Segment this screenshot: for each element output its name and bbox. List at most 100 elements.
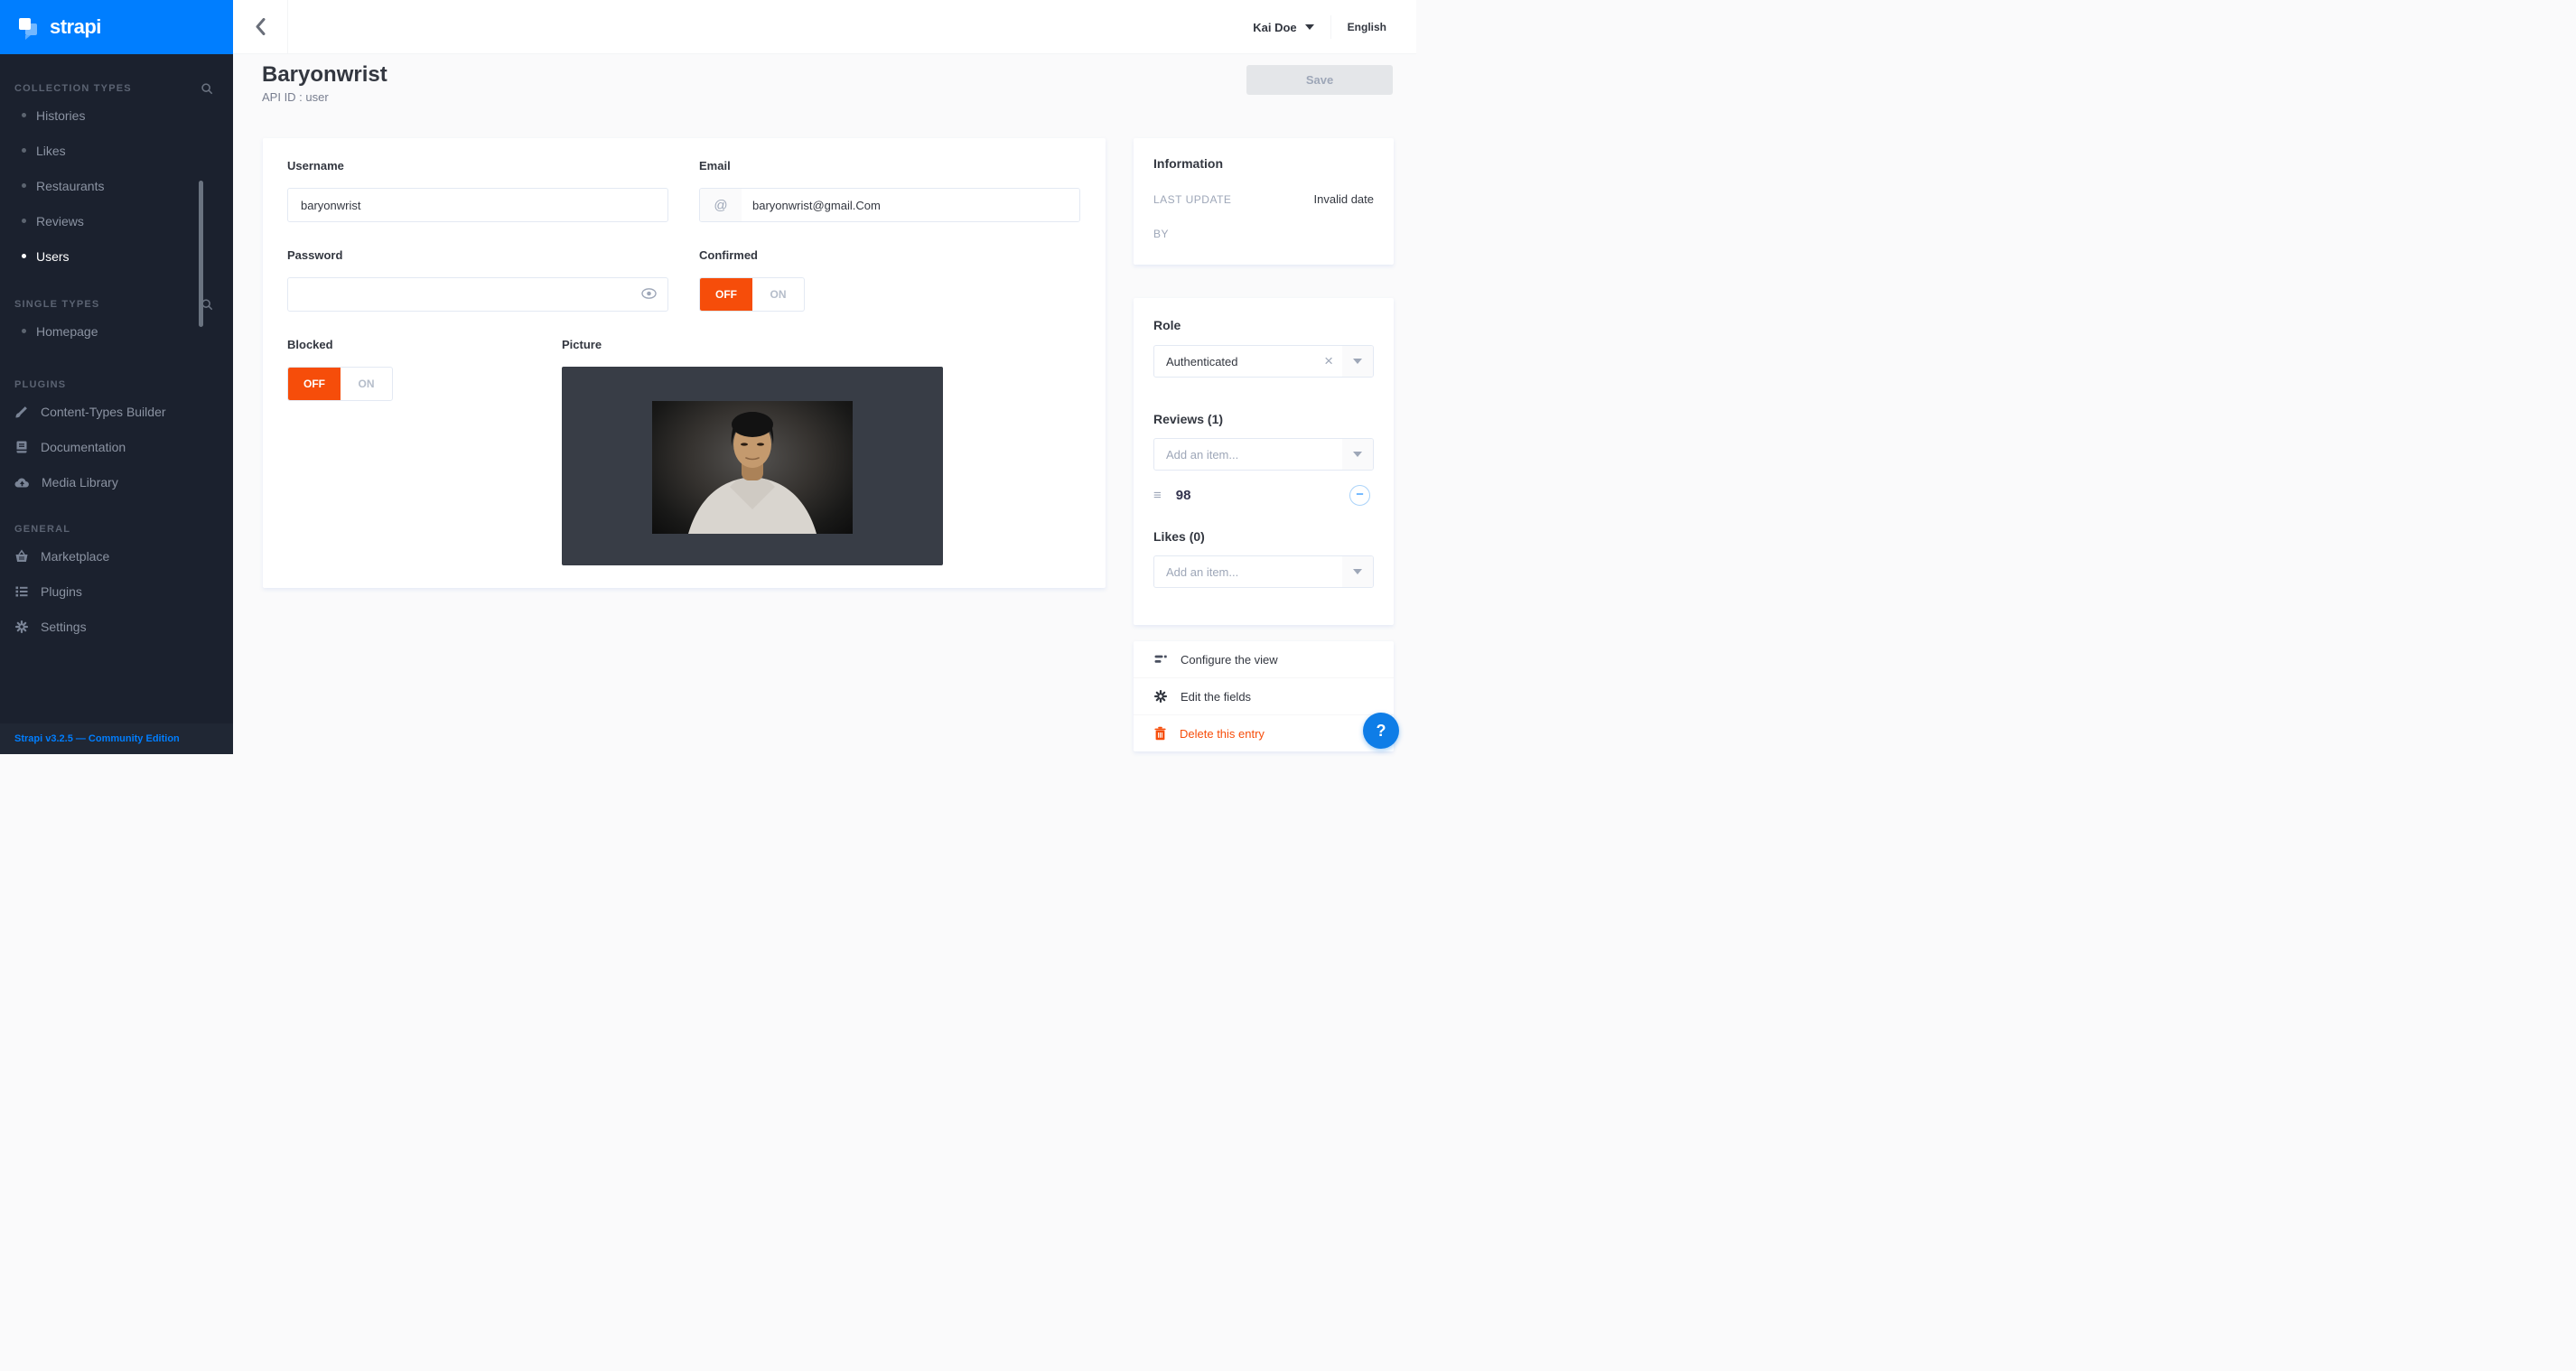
configure-view-label: Configure the view — [1181, 653, 1278, 667]
sidebar-scrollbar[interactable] — [199, 181, 203, 327]
general-list: Marketplace Plugins — [0, 538, 233, 644]
information-title: Information — [1153, 156, 1374, 171]
remove-item-button[interactable]: − — [1349, 485, 1370, 506]
sidebar-item-label: Plugins — [41, 584, 82, 599]
search-icon[interactable] — [201, 82, 213, 95]
edit-fields-link[interactable]: Edit the fields — [1134, 678, 1394, 715]
dropdown-arrow-zone[interactable] — [1342, 556, 1373, 587]
chevron-down-icon — [1353, 359, 1362, 364]
chevron-down-icon[interactable] — [1305, 24, 1314, 30]
section-general: GENERAL — [14, 524, 70, 535]
sidebar-item-label: Restaurants — [36, 179, 104, 193]
entry-actions-card: Configure the view Edit the fields Delet… — [1134, 641, 1394, 751]
sidebar-item-settings[interactable]: Settings — [0, 609, 233, 644]
reviews-add-select[interactable]: Add an item... — [1153, 438, 1374, 471]
strapi-logo[interactable]: strapi — [0, 0, 233, 54]
configure-view-link[interactable]: Configure the view — [1134, 641, 1394, 678]
sidebar-item-marketplace[interactable]: Marketplace — [0, 538, 233, 574]
save-button[interactable]: Save — [1246, 65, 1393, 95]
section-single-types: SINGLE TYPES — [14, 299, 99, 310]
sidebar-item-media-library[interactable]: Media Library — [0, 464, 233, 499]
email-input[interactable] — [742, 189, 1079, 221]
gear-icon — [14, 620, 29, 634]
sidebar-item-label: Settings — [41, 620, 87, 634]
divider — [1330, 15, 1331, 39]
sidebar-item-likes[interactable]: Likes — [0, 133, 233, 168]
picture-label: Picture — [562, 338, 602, 351]
chevron-left-icon — [256, 18, 266, 35]
cloud-upload-icon — [14, 475, 30, 490]
toggle-off-option[interactable]: OFF — [700, 278, 752, 311]
blocked-label: Blocked — [287, 338, 333, 351]
language-selector[interactable]: English — [1348, 21, 1386, 33]
sidebar-item-histories[interactable]: Histories — [0, 98, 233, 133]
role-label: Role — [1153, 318, 1181, 332]
topbar: Kai Doe English — [233, 0, 1416, 54]
sidebar-item-label: Likes — [36, 144, 66, 158]
toggle-on-option[interactable]: ON — [341, 368, 392, 400]
email-label: Email — [699, 159, 731, 173]
chevron-down-icon — [1353, 452, 1362, 457]
api-id-subtitle: API ID : user — [262, 90, 387, 104]
clear-icon[interactable]: × — [1315, 352, 1342, 370]
username-input[interactable] — [287, 188, 668, 222]
dropdown-arrow-zone[interactable] — [1342, 439, 1373, 470]
brush-icon — [14, 405, 29, 419]
review-item-link[interactable]: 98 — [1176, 488, 1191, 503]
reviews-placeholder: Add an item... — [1154, 448, 1342, 462]
last-update-value: Invalid date — [1314, 192, 1375, 206]
sidebar-item-label: Homepage — [36, 324, 98, 339]
sidebar-item-label: Histories — [36, 108, 85, 123]
strapi-logo-icon — [16, 14, 42, 40]
sidebar-item-content-types-builder[interactable]: Content-Types Builder — [0, 394, 233, 429]
user-photo — [652, 401, 853, 534]
sidebar-item-plugins[interactable]: Plugins — [0, 574, 233, 609]
role-value: Authenticated — [1154, 355, 1315, 368]
plugins-list: Content-Types Builder Documentation Medi… — [0, 394, 233, 499]
bullet-icon — [22, 254, 26, 258]
review-relation-item: ≡ 98 − — [1153, 488, 1374, 503]
toggle-on-option[interactable]: ON — [752, 278, 804, 311]
section-collection-types: COLLECTION TYPES — [14, 83, 132, 94]
version-link[interactable]: Strapi v3.2.5 — Community Edition — [14, 733, 180, 744]
book-icon — [14, 440, 29, 454]
bullet-icon — [22, 148, 26, 153]
information-card: Information LAST UPDATE Invalid date BY — [1134, 138, 1394, 265]
at-sign-icon: @ — [700, 189, 742, 221]
sidebar-footer: Strapi v3.2.5 — Community Edition — [0, 723, 233, 754]
portrait-illustration — [652, 401, 853, 534]
eye-icon[interactable] — [641, 287, 657, 304]
drag-handle-icon[interactable]: ≡ — [1153, 488, 1162, 503]
likes-placeholder: Add an item... — [1154, 565, 1342, 579]
sidebar-item-documentation[interactable]: Documentation — [0, 429, 233, 464]
toggle-off-option[interactable]: OFF — [288, 368, 341, 400]
edit-form-card: Username Email @ Password Confirmed OFF … — [263, 138, 1106, 588]
list-icon — [14, 584, 29, 599]
bullet-icon — [22, 329, 26, 333]
edit-fields-label: Edit the fields — [1181, 690, 1251, 704]
role-select[interactable]: Authenticated × — [1153, 345, 1374, 378]
username-label: Username — [287, 159, 344, 173]
delete-entry-link[interactable]: Delete this entry — [1134, 715, 1394, 751]
help-button[interactable]: ? — [1363, 713, 1399, 749]
dropdown-arrow-zone[interactable] — [1342, 346, 1373, 377]
reviews-label: Reviews (1) — [1153, 412, 1223, 426]
basket-icon — [14, 549, 29, 564]
likes-add-select[interactable]: Add an item... — [1153, 555, 1374, 588]
sidebar-item-label: Media Library — [42, 475, 118, 490]
password-input[interactable] — [287, 277, 668, 312]
blocked-toggle[interactable]: OFF ON — [287, 367, 393, 401]
sidebar-item-label: Reviews — [36, 214, 84, 228]
back-button[interactable] — [233, 0, 288, 54]
likes-label: Likes (0) — [1153, 529, 1205, 544]
user-menu[interactable]: Kai Doe — [1253, 21, 1296, 34]
chevron-down-icon — [1353, 569, 1362, 574]
sidebar: strapi COLLECTION TYPES Histories Likes … — [0, 0, 233, 754]
email-field-group: @ — [699, 188, 1080, 222]
confirmed-label: Confirmed — [699, 248, 758, 262]
confirmed-toggle[interactable]: OFF ON — [699, 277, 805, 312]
password-field-group — [287, 277, 668, 312]
last-update-label: LAST UPDATE — [1153, 193, 1231, 206]
picture-upload-area[interactable] — [562, 367, 943, 565]
delete-entry-label: Delete this entry — [1180, 727, 1265, 741]
